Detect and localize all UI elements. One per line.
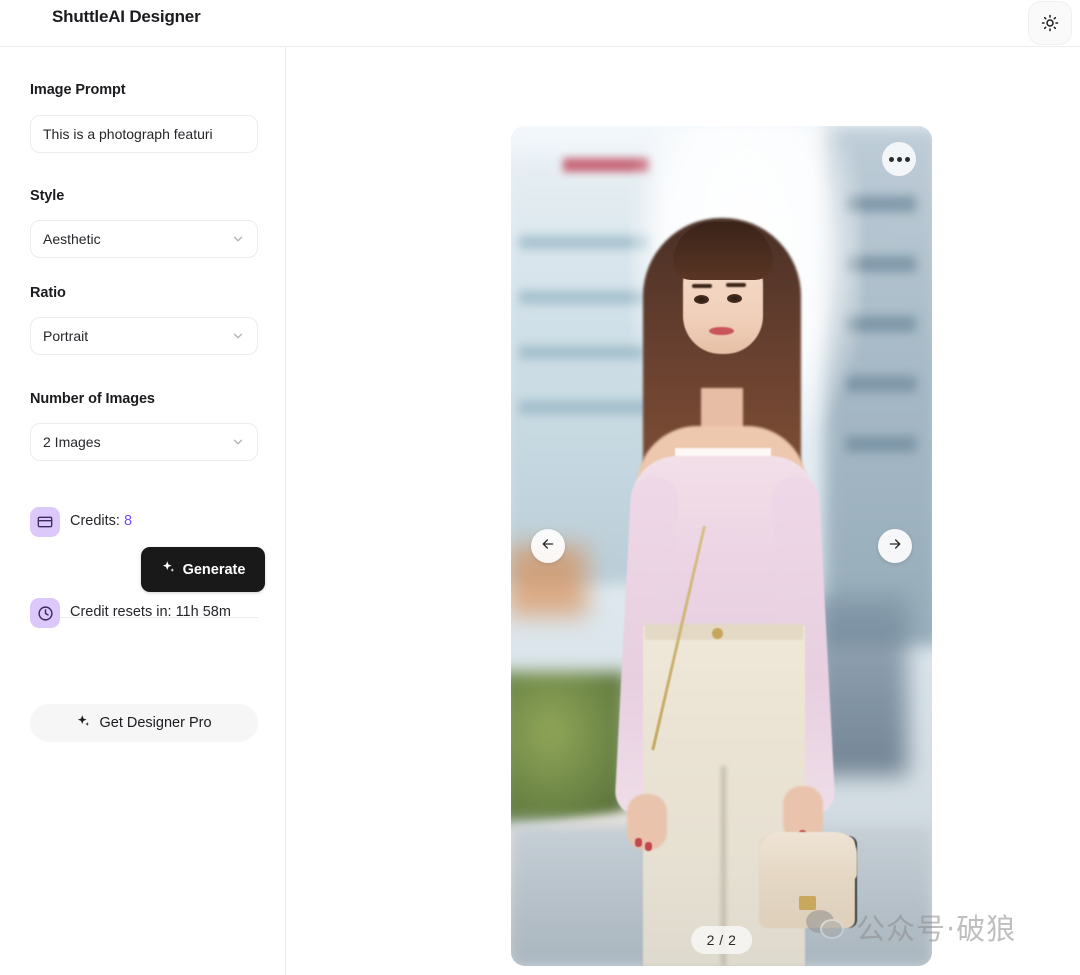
theme-toggle-button[interactable] [1028, 1, 1072, 45]
generated-image-card[interactable]: 2 / 2 [511, 126, 932, 966]
number-of-images-value: 2 Images [43, 434, 101, 450]
credit-card-icon [30, 507, 60, 537]
generated-image [511, 126, 932, 966]
image-options-button[interactable] [882, 142, 916, 176]
style-label: Style [30, 188, 65, 204]
sun-icon [1041, 14, 1059, 32]
arrow-left-icon [540, 536, 556, 557]
sparkles-icon [76, 714, 91, 733]
image-prompt-label: Image Prompt [30, 82, 126, 98]
ratio-value: Portrait [43, 328, 89, 344]
style-value: Aesthetic [43, 231, 101, 247]
generate-button-label: Generate [182, 561, 246, 578]
image-counter: 2 / 2 [690, 926, 753, 954]
chevron-down-icon [231, 329, 245, 343]
chevron-down-icon [231, 435, 245, 449]
chevron-down-icon [231, 232, 245, 246]
credits-prefix: Credits: [70, 513, 124, 529]
app-header: ShuttleAI Designer [0, 0, 1080, 47]
sidebar: Image Prompt This is a photograph featur… [0, 47, 286, 975]
ratio-label: Ratio [30, 285, 66, 301]
credits-text: Credits: 8 [70, 513, 132, 529]
app-title: ShuttleAI Designer [52, 7, 201, 26]
generate-button[interactable]: Generate [141, 547, 265, 592]
image-prompt-input[interactable]: This is a photograph featuri [30, 115, 258, 153]
credits-amount: 8 [124, 513, 133, 529]
number-of-images-select[interactable]: 2 Images [30, 423, 258, 461]
image-prompt-value: This is a photograph featuri [43, 126, 213, 142]
next-image-button[interactable] [878, 529, 912, 563]
style-select[interactable]: Aesthetic [30, 220, 258, 258]
sparkles-icon [161, 560, 176, 579]
clock-icon [30, 598, 60, 628]
ellipsis-icon [888, 156, 910, 162]
ratio-select[interactable]: Portrait [30, 317, 258, 355]
get-designer-pro-label: Get Designer Pro [99, 715, 212, 731]
arrow-right-icon [887, 536, 903, 557]
number-of-images-label: Number of Images [30, 391, 155, 407]
credit-reset-text: Credit resets in: 11h 58m [70, 604, 231, 620]
get-designer-pro-button[interactable]: Get Designer Pro [30, 704, 258, 742]
previous-image-button[interactable] [531, 529, 565, 563]
image-canvas: 2 / 2 [287, 47, 1080, 975]
